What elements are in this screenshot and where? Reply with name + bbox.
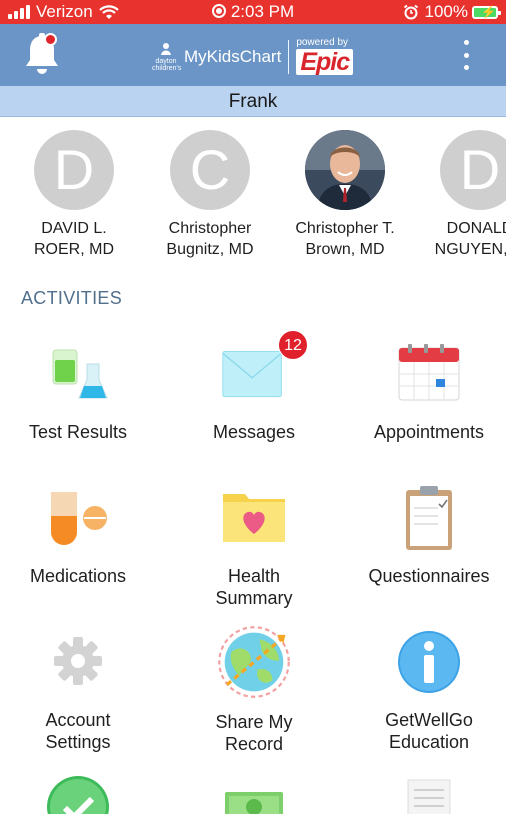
unread-badge: 12 xyxy=(278,330,308,360)
time: 2:03 PM xyxy=(230,2,295,21)
account-settings-icon xyxy=(54,637,102,685)
provider-name-line2: Brown, MD xyxy=(305,241,385,258)
health-summary-icon xyxy=(223,494,285,542)
test-results-icon xyxy=(52,349,108,399)
share-my-record-tile[interactable]: Share My Record xyxy=(170,626,338,755)
appointments-icon xyxy=(398,344,460,401)
tile-label-line2: Record xyxy=(224,734,284,754)
partial-tile[interactable] xyxy=(170,772,338,814)
test-results-tile[interactable]: Test Results xyxy=(0,340,162,443)
status-bar: Verizon 2:03 PM 100% ⚡ xyxy=(0,0,506,24)
messages-tile[interactable]: Messages xyxy=(170,340,338,443)
provider-name-line2: Bugnitz, MD xyxy=(166,241,254,258)
avatar: C xyxy=(170,130,250,210)
questionnaires-tile[interactable]: Questionnaires xyxy=(345,484,506,587)
brand-logo: dayton children's MyKidsChart powered by… xyxy=(152,37,354,75)
tile-label: Test Results xyxy=(28,422,128,442)
powered-by-text: powered by xyxy=(296,37,349,48)
partial-tile[interactable] xyxy=(345,772,506,814)
account-settings-tile[interactable]: Account Settings xyxy=(0,628,162,753)
kebab-menu-icon[interactable] xyxy=(459,40,473,70)
document-icon xyxy=(407,779,451,814)
provider-name-line2: ROER, MD xyxy=(34,241,114,258)
provider-name-line2: NGUYEN, M xyxy=(434,241,506,258)
provider-portrait-icon xyxy=(305,130,385,210)
app-name: MyKidsChart xyxy=(184,46,282,66)
partial-tile[interactable] xyxy=(0,772,162,814)
battery-group: 100% ⚡ xyxy=(403,2,501,22)
alarm-icon xyxy=(403,4,418,20)
dayton-logo: dayton children's xyxy=(152,42,182,72)
activities-heading: ACTIVITIES xyxy=(21,288,123,308)
avatar: D xyxy=(34,130,114,210)
epic-logo: Epic xyxy=(296,49,354,75)
education-icon xyxy=(398,631,460,693)
provider-name: DONALD NGUYEN, M xyxy=(412,218,506,260)
provider-name-line1: DAVID L. xyxy=(41,220,107,237)
care-team-carousel[interactable]: D DAVID L. ROER, MD C Christopher Bugnit… xyxy=(0,130,506,265)
getwellgo-education-tile[interactable]: GetWellGo Education xyxy=(345,628,506,753)
provider-photo xyxy=(305,130,385,210)
provider-card[interactable]: C Christopher Bugnitz, MD xyxy=(140,130,280,260)
tile-label: Medications xyxy=(29,566,127,586)
money-icon xyxy=(225,792,283,814)
appointments-tile[interactable]: Appointments xyxy=(345,340,506,443)
battery-icon: ⚡ xyxy=(472,5,501,19)
patient-name-bar[interactable]: Frank xyxy=(0,86,506,117)
brand-divider xyxy=(288,39,290,74)
battery-percent: 100% xyxy=(424,2,468,21)
provider-name-line1: Christopher xyxy=(168,220,252,237)
provider-card[interactable]: D DONALD NGUYEN, M xyxy=(412,130,506,260)
tile-label: Appointments xyxy=(373,422,485,442)
avatar: D xyxy=(440,130,506,210)
tile-label-line2: Settings xyxy=(45,732,111,752)
epic-branding: powered by Epic xyxy=(296,37,354,75)
checkmark-icon xyxy=(47,776,109,814)
provider-name: DAVID L. ROER, MD xyxy=(4,218,144,260)
provider-name-line1: Christopher T. xyxy=(295,220,395,237)
screen-record-icon xyxy=(211,4,226,18)
questionnaires-icon xyxy=(406,486,452,550)
dayton-text: dayton children's xyxy=(152,57,182,72)
medications-icon xyxy=(51,492,107,545)
dayton-mark-icon xyxy=(161,42,171,55)
tile-label: Questionnaires xyxy=(368,566,490,586)
tile-label-line2: Summary xyxy=(215,588,293,608)
provider-card[interactable]: Christopher T. Brown, MD xyxy=(275,130,415,260)
tile-label: GetWellGo xyxy=(385,710,473,730)
health-summary-tile[interactable]: Health Summary xyxy=(170,484,338,609)
provider-name: Christopher T. Brown, MD xyxy=(275,218,415,260)
messages-icon xyxy=(222,350,282,398)
tile-label: Health xyxy=(227,566,281,586)
provider-name: Christopher Bugnitz, MD xyxy=(140,218,280,260)
notification-dot xyxy=(44,33,57,46)
medications-tile[interactable]: Medications xyxy=(0,484,162,587)
provider-card[interactable]: D DAVID L. ROER, MD xyxy=(4,130,144,260)
tile-label-line2: Education xyxy=(388,732,470,752)
tile-label: Messages xyxy=(212,422,296,442)
provider-name-line1: DONALD xyxy=(446,220,506,237)
app-header: dayton children's MyKidsChart powered by… xyxy=(0,24,506,86)
tile-label: Share My xyxy=(215,712,293,732)
share-my-record-icon xyxy=(218,626,290,698)
tile-label: Account xyxy=(45,710,111,730)
